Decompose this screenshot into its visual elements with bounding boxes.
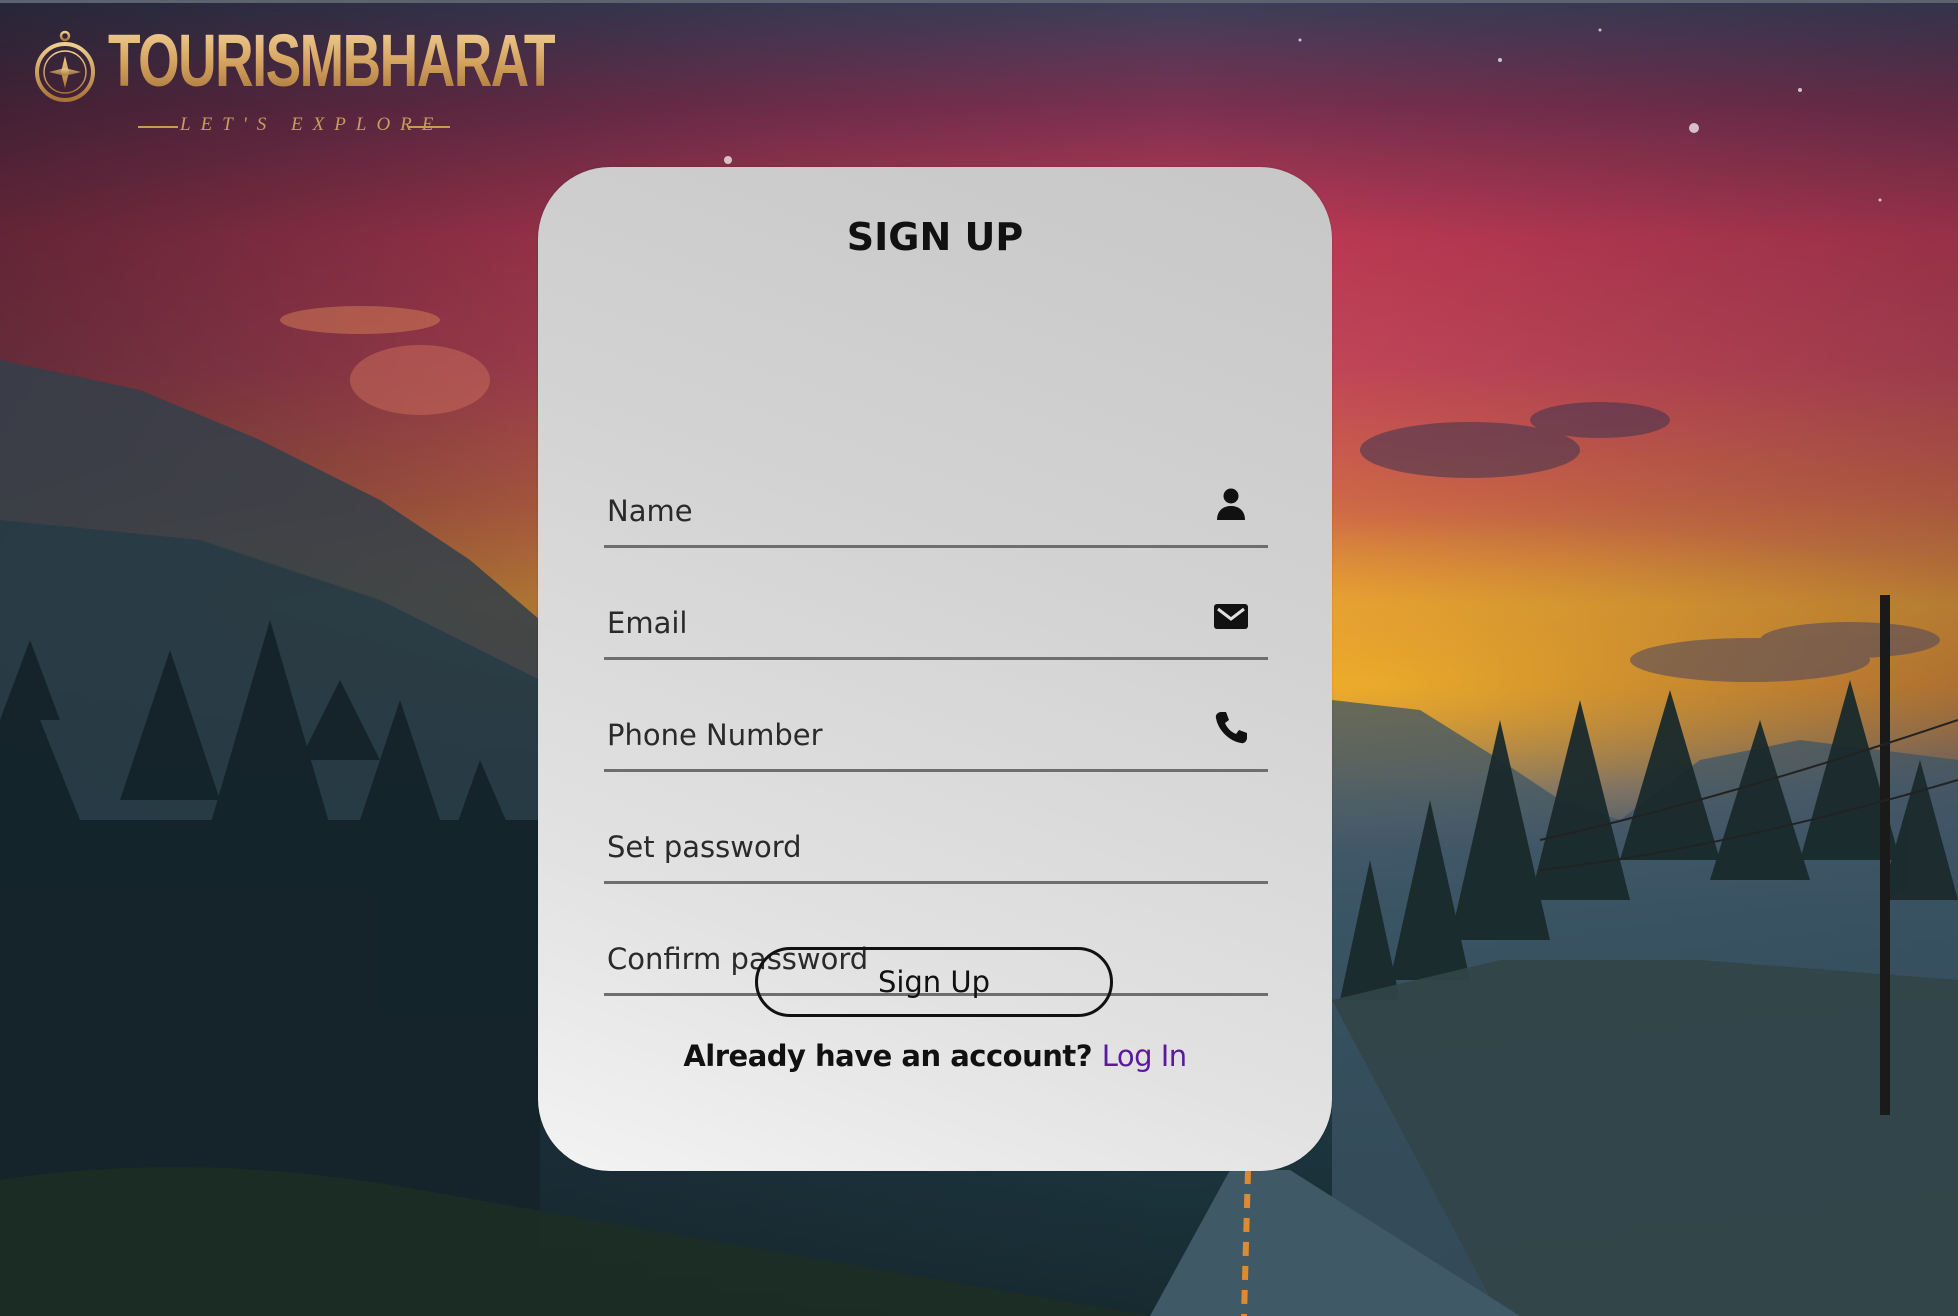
user-icon: [1217, 488, 1245, 520]
brand-tagline: LET'S EXPLORE: [180, 114, 444, 135]
name-field: [604, 475, 1268, 548]
signup-title: SIGN UP: [846, 215, 1024, 259]
login-prompt-line: Already have an account? Log In: [538, 1039, 1332, 1073]
email-input[interactable]: [604, 601, 1167, 645]
tagline-rule-right: [408, 126, 450, 128]
phone-field: [604, 699, 1268, 772]
set-password-input[interactable]: [604, 825, 1167, 869]
log-in-link[interactable]: Log In: [1102, 1039, 1187, 1073]
brand-logo[interactable]: TOURISMBHARAT LET'S EXPLORE: [30, 22, 556, 142]
email-field: [604, 587, 1268, 660]
login-prompt-text: Already have an account?: [683, 1039, 1093, 1073]
signup-card: SIGN UP Sign Up: [538, 167, 1332, 1171]
brand-tagline-group: LET'S EXPLORE: [110, 114, 480, 140]
phone-input[interactable]: [604, 713, 1167, 757]
sign-up-button[interactable]: Sign Up: [755, 947, 1113, 1017]
brand-name: TOURISMBHARAT: [108, 19, 556, 102]
name-input[interactable]: [604, 489, 1167, 533]
background-scene: TOURISMBHARAT LET'S EXPLORE SIGN UP Name…: [0, 0, 1958, 1316]
envelope-icon: [1214, 604, 1248, 629]
compass-icon: [35, 30, 95, 102]
tagline-rule-left: [138, 126, 178, 128]
set-password-field: [604, 811, 1268, 884]
phone-icon: [1215, 712, 1247, 744]
